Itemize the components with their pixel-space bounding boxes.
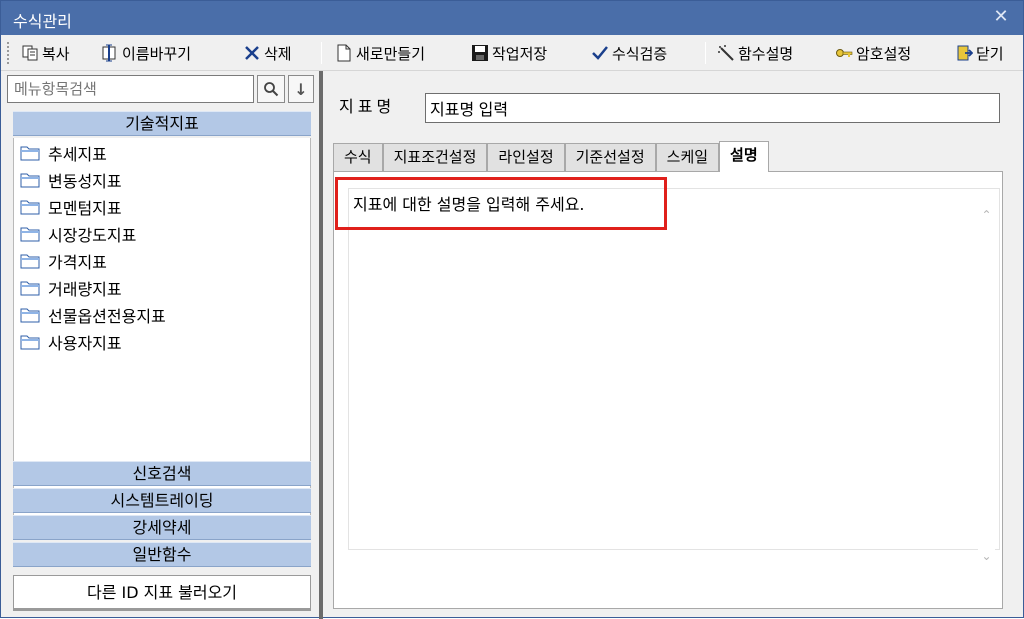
exit-door-icon	[957, 45, 973, 61]
window-title: 수식관리	[13, 12, 72, 31]
tree-item-label: 시장강도지표	[48, 226, 137, 245]
copy-button[interactable]: 복사	[21, 40, 70, 66]
delete-button[interactable]: 삭제	[243, 40, 292, 66]
checkmark-icon	[592, 46, 608, 60]
close-label: 닫기	[976, 44, 1004, 63]
verify-button[interactable]: 수식검증	[591, 40, 667, 66]
scroll-up-icon[interactable]: ⌃	[978, 207, 995, 224]
copy-label: 복사	[42, 44, 70, 63]
category-header-system-trading[interactable]: 시스템트레이딩	[13, 488, 311, 513]
password-button[interactable]: 암호설정	[835, 40, 911, 66]
title-bar: 수식관리 ✕	[1, 1, 1023, 35]
tree-item-label: 선물옵션전용지표	[48, 307, 166, 326]
magic-wand-icon	[718, 45, 734, 61]
verify-label: 수식검증	[612, 44, 668, 63]
toolbar: 복사 이름바꾸기 삭제 새로만들기 작업저장 수식검증 함수설명 암호설정 닫기	[1, 35, 1023, 71]
folder-icon	[20, 227, 40, 242]
rename-button[interactable]: 이름바꾸기	[101, 40, 191, 66]
tree-item-label: 변동성지표	[48, 172, 122, 191]
tab-formula[interactable]: 수식	[333, 143, 383, 171]
rename-label: 이름바꾸기	[122, 44, 192, 63]
category-header-strength[interactable]: 강세약세	[13, 515, 311, 540]
tree-item[interactable]: 변동성지표	[20, 169, 122, 191]
folder-icon	[20, 146, 40, 161]
new-button[interactable]: 새로만들기	[335, 40, 425, 66]
folder-icon	[20, 173, 40, 188]
folder-icon	[20, 200, 40, 215]
editor-pane: 지표명 수식 지표조건설정 라인설정 기준선설정 스케일 설명 지표에 대한 설…	[323, 73, 1023, 613]
category-header-signal[interactable]: 신호검색	[13, 461, 311, 486]
delete-label: 삭제	[264, 44, 292, 63]
tab-strip: 수식 지표조건설정 라인설정 기준선설정 스케일 설명	[333, 141, 769, 172]
tree-item-label: 추세지표	[48, 145, 107, 164]
scroll-down-icon[interactable]: ⌄	[978, 548, 995, 565]
close-button[interactable]: 닫기	[955, 40, 1004, 66]
tree-item[interactable]: 사용자지표	[20, 331, 122, 353]
tree-item[interactable]: 모멘텀지표	[20, 196, 122, 218]
tab-scale[interactable]: 스케일	[655, 143, 720, 171]
save-label: 작업저장	[492, 44, 548, 63]
description-panel: 지표에 대한 설명을 입력해 주세요. ⌃ ⌄	[333, 171, 1003, 609]
rename-icon	[102, 44, 116, 62]
save-disk-icon	[472, 45, 488, 61]
folder-icon	[20, 335, 40, 350]
load-other-id-button[interactable]: 다른 ID 지표 불러오기	[13, 575, 311, 611]
formula-manager-window: 수식관리 ✕ 복사 이름바꾸기 삭제 새로만들기 작업저장 수식검증 함수설명 …	[0, 0, 1024, 619]
tree-item[interactable]: 거래량지표	[20, 277, 122, 299]
new-label: 새로만들기	[356, 44, 426, 63]
description-text: 지표에 대한 설명을 입력해 주세요.	[353, 195, 585, 214]
search-icon	[264, 82, 279, 97]
tree-item[interactable]: 선물옵션전용지표	[20, 304, 166, 326]
new-document-icon	[337, 44, 351, 62]
down-arrow-icon: ↓	[294, 79, 308, 99]
tab-baseline-settings[interactable]: 기준선설정	[564, 143, 656, 171]
close-icon[interactable]: ✕	[991, 7, 1011, 27]
tree-item-label: 사용자지표	[48, 334, 122, 353]
category-header-general-functions[interactable]: 일반함수	[13, 542, 311, 567]
tree-item[interactable]: 추세지표	[20, 142, 107, 164]
menu-sidebar: ↓ 기술적지표 추세지표 변동성지표 모멘텀지표 시장강도지표 가격지표	[5, 73, 314, 613]
save-button[interactable]: 작업저장	[471, 40, 547, 66]
key-icon	[836, 49, 853, 57]
indicator-name-input[interactable]	[425, 93, 1000, 123]
tab-line-settings[interactable]: 라인설정	[487, 143, 565, 171]
toolbar-separator	[321, 42, 322, 64]
folder-icon	[20, 281, 40, 296]
folder-icon	[20, 308, 40, 323]
tree-item[interactable]: 가격지표	[20, 250, 107, 272]
tab-description[interactable]: 설명	[719, 141, 769, 172]
tab-condition-settings[interactable]: 지표조건설정	[382, 143, 488, 171]
folder-icon	[20, 254, 40, 269]
tree-item-label: 모멘텀지표	[48, 199, 122, 218]
description-textarea[interactable]: 지표에 대한 설명을 입력해 주세요. ⌃ ⌄	[348, 188, 1000, 565]
function-description-button[interactable]: 함수설명	[717, 40, 793, 66]
copy-icon	[22, 45, 38, 61]
tree-item-label: 가격지표	[48, 253, 107, 272]
indicator-name-label: 지표명	[339, 97, 396, 116]
menu-search-input[interactable]	[7, 75, 254, 103]
toolbar-separator	[705, 42, 706, 64]
vertical-scrollbar[interactable]: ⌃ ⌄	[978, 207, 995, 565]
down-arrow-button[interactable]: ↓	[288, 75, 314, 103]
search-button[interactable]	[257, 75, 285, 103]
category-header-technical[interactable]: 기술적지표	[13, 111, 311, 136]
password-label: 암호설정	[856, 44, 912, 63]
tree-item-label: 거래량지표	[48, 280, 122, 299]
toolbar-grip	[7, 42, 11, 64]
delete-icon	[245, 46, 259, 60]
function-description-label: 함수설명	[738, 44, 794, 63]
tree-item[interactable]: 시장강도지표	[20, 223, 136, 245]
